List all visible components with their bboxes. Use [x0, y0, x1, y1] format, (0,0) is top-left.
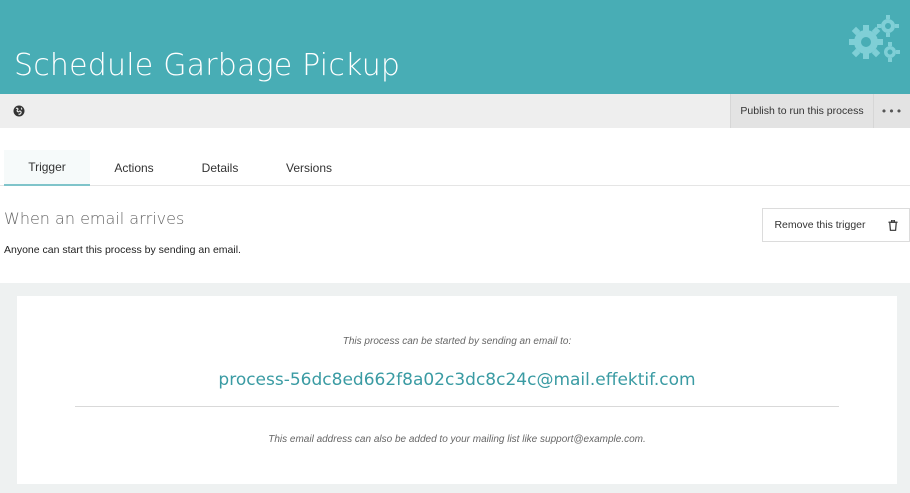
email-intro-text: This process can be started by sending a… [342, 336, 572, 347]
trash-icon [888, 219, 898, 231]
tab-bar: Trigger Actions Details Versions [0, 150, 910, 186]
tab-details[interactable]: Details [178, 150, 262, 186]
tab-versions[interactable]: Versions [264, 150, 354, 186]
mailing-list-note: This email address can also be added to … [268, 434, 646, 445]
tab-actions[interactable]: Actions [92, 150, 176, 186]
globe-icon [13, 105, 25, 117]
trigger-description: Anyone can start this process by sending… [4, 244, 241, 256]
more-options-button[interactable]: ••• [873, 94, 910, 128]
trigger-email-address[interactable]: process-56dc8ed662f8a02c3dc8c24c@mail.ef… [17, 370, 897, 390]
app-header: Schedule Garbage Pickup [0, 0, 910, 94]
toolbar: Publish to run this process ••• [0, 94, 910, 128]
email-panel: This process can be started by sending a… [17, 296, 897, 484]
delete-trigger-button[interactable] [877, 208, 910, 242]
gears-icon [849, 15, 900, 62]
publish-button[interactable]: Publish to run this process [730, 94, 873, 128]
tab-trigger[interactable]: Trigger [4, 150, 90, 186]
globe-button[interactable] [8, 100, 30, 122]
page-title: Schedule Garbage Pickup [14, 48, 401, 83]
remove-trigger-button[interactable]: Remove this trigger [762, 208, 878, 242]
trigger-title: When an email arrives [4, 209, 185, 228]
divider [75, 406, 839, 407]
